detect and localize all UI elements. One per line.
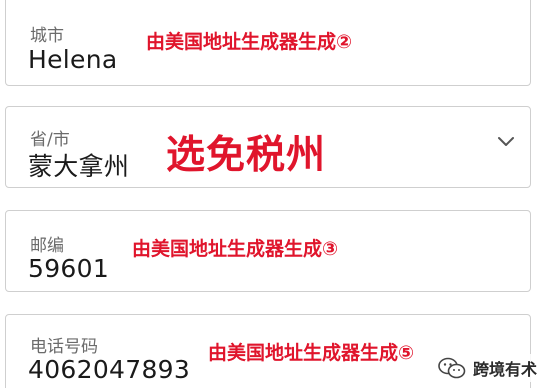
zip-annotation: 由美国地址生成器生成③ bbox=[132, 238, 339, 260]
phone-label: 电话号码 bbox=[30, 337, 98, 357]
city-annotation: 由美国地址生成器生成② bbox=[146, 31, 353, 53]
phone-annotation: 由美国地址生成器生成⑤ bbox=[208, 342, 415, 364]
chevron-down-icon[interactable] bbox=[496, 135, 516, 149]
city-label: 城市 bbox=[30, 26, 64, 46]
phone-input-value[interactable]: 4062047893 bbox=[28, 355, 190, 384]
zip-input-value[interactable]: 59601 bbox=[28, 254, 109, 283]
wechat-icon bbox=[438, 357, 466, 379]
city-input-value[interactable]: Helena bbox=[28, 45, 117, 74]
watermark-text: 跨境有术 bbox=[472, 360, 537, 379]
zip-label: 邮编 bbox=[30, 236, 64, 256]
watermark: 跨境有术 bbox=[432, 354, 541, 382]
state-annotation: 选免税州 bbox=[166, 133, 327, 178]
state-selected-value[interactable]: 蒙大拿州 bbox=[28, 147, 129, 183]
